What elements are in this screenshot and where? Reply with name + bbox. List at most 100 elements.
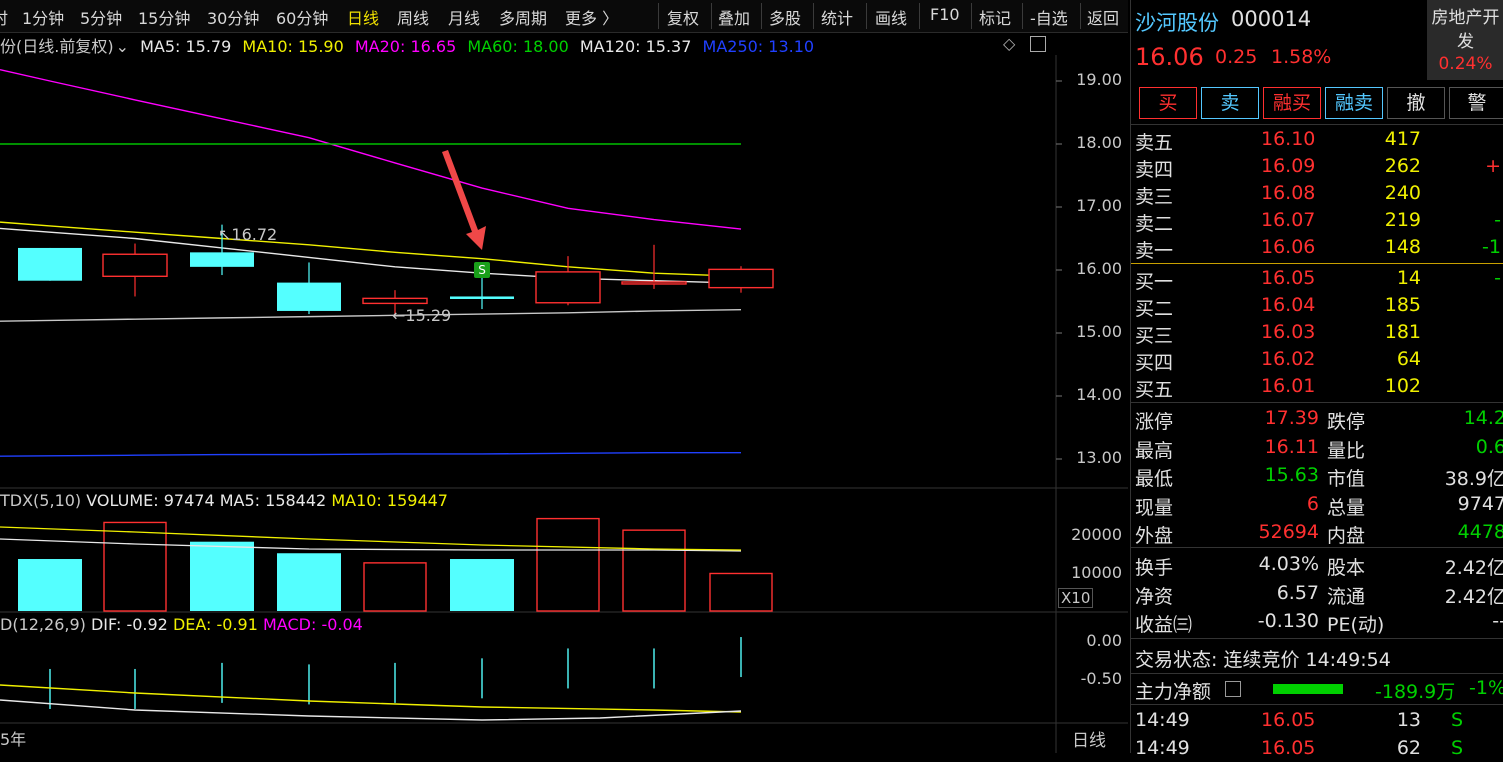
f10-button[interactable]: F10 bbox=[930, 5, 960, 24]
sector-box[interactable]: 房地产开发 0.24% bbox=[1427, 0, 1503, 80]
tick-price: 16.05 bbox=[1261, 709, 1316, 731]
stat-label: 涨停 bbox=[1135, 411, 1174, 433]
tab-multi-period[interactable]: 多周期 bbox=[499, 5, 547, 29]
tab-15min[interactable]: 15分钟 bbox=[138, 5, 190, 29]
toolbar-divider bbox=[1022, 3, 1023, 29]
trade-status: 交易状态: 连续竞价 14:49:54 bbox=[1135, 649, 1391, 671]
ma120-line bbox=[0, 308, 742, 322]
bid-label: 买四 bbox=[1135, 352, 1174, 374]
tab-monthly[interactable]: 月线 bbox=[448, 5, 480, 29]
ma20-label: MA20: 16.65 bbox=[354, 37, 457, 56]
quote-panel: 沙河股份 000014 房地产开发 0.24% 16.06 0.25 1.58%… bbox=[1130, 0, 1503, 759]
multi-stock-button[interactable]: 多股 bbox=[769, 5, 801, 29]
stat-value: 52694 bbox=[1258, 521, 1319, 543]
volume-ma5: MA5: 158442 bbox=[219, 491, 327, 510]
sector-change: 0.24% bbox=[1438, 54, 1493, 74]
stat-value: -- bbox=[1492, 610, 1503, 632]
bid-label: 买三 bbox=[1135, 325, 1174, 347]
adjust-button[interactable]: 复权 bbox=[667, 5, 699, 29]
dropdown-icon[interactable]: ⌄ bbox=[116, 37, 129, 56]
y-tick: 20000 bbox=[1071, 525, 1122, 544]
stat-label: 总量 bbox=[1327, 496, 1366, 519]
toolbar-divider bbox=[1080, 3, 1081, 29]
ma250-line bbox=[0, 452, 741, 457]
stat-row: 现量 6 总量 9747 bbox=[1131, 491, 1503, 519]
bid-row: 买二 16.04 185 bbox=[1131, 292, 1503, 320]
buy-button[interactable]: 买 bbox=[1139, 87, 1197, 119]
cancel-order-button[interactable]: 撤 bbox=[1387, 87, 1445, 119]
statistics-button[interactable]: 统计 bbox=[821, 5, 853, 29]
tab-realtime[interactable]: 时 bbox=[0, 5, 8, 29]
mark-button[interactable]: 标记 bbox=[979, 5, 1011, 29]
tab-60min[interactable]: 60分钟 bbox=[276, 5, 328, 29]
sector-name: 房地产开发 bbox=[1431, 8, 1500, 52]
sell-button[interactable]: 卖 bbox=[1201, 87, 1259, 119]
toolbar-divider bbox=[866, 3, 867, 29]
margin-buy-button[interactable]: 融买 bbox=[1263, 87, 1321, 119]
ask-row: 卖四 16.09 262 + bbox=[1131, 153, 1503, 181]
ma-legend: 份(日线.前复权) ⌄ MA5: 15.79 MA10: 15.90 MA20: … bbox=[0, 33, 820, 56]
stat-label: 量比 bbox=[1327, 439, 1366, 462]
remove-watchlist-button[interactable]: -自选 bbox=[1030, 5, 1068, 29]
y-tick: 18.00 bbox=[1076, 133, 1122, 152]
bid-row: 买三 16.03 181 bbox=[1131, 319, 1503, 347]
stat-value: 6 bbox=[1306, 492, 1319, 515]
flow-detail-icon[interactable] bbox=[1225, 681, 1241, 697]
bid-volume: 181 bbox=[1384, 321, 1421, 343]
main-flow-value: -189.9万 bbox=[1375, 681, 1456, 703]
year-label: 5年 bbox=[0, 730, 27, 749]
overlay-button[interactable]: 叠加 bbox=[718, 5, 750, 29]
toolbar-divider bbox=[813, 3, 814, 29]
stat-label: 内盘 bbox=[1327, 525, 1366, 547]
stock-code: 000014 bbox=[1231, 7, 1312, 31]
alert-button[interactable]: 警 bbox=[1449, 87, 1503, 119]
panel-toggle-icon[interactable] bbox=[1030, 36, 1046, 52]
stat-value: 15.63 bbox=[1264, 464, 1319, 486]
signal-badge[interactable]: S bbox=[474, 262, 490, 278]
ma10-label: MA10: 15.90 bbox=[242, 37, 344, 56]
tab-weekly[interactable]: 周线 bbox=[397, 5, 429, 29]
ask-price: 16.09 bbox=[1261, 155, 1316, 177]
y-tick: -0.50 bbox=[1080, 669, 1122, 688]
volume-value: VOLUME: 97474 bbox=[86, 491, 215, 510]
stock-name[interactable]: 沙河股份 bbox=[1135, 7, 1219, 37]
tab-5min[interactable]: 5分钟 bbox=[80, 5, 122, 29]
main-flow-label: 主力净额 bbox=[1135, 681, 1212, 703]
back-button[interactable]: 返回 bbox=[1087, 5, 1119, 29]
y-tick: 15.00 bbox=[1076, 322, 1122, 341]
ask-volume: 417 bbox=[1384, 128, 1421, 150]
tab-30min[interactable]: 30分钟 bbox=[207, 5, 259, 29]
ask-label: 卖四 bbox=[1135, 159, 1174, 181]
draw-button[interactable]: 画线 bbox=[875, 5, 907, 29]
stat-label: 最高 bbox=[1135, 439, 1174, 462]
volume-bar bbox=[450, 559, 514, 611]
volume-bar bbox=[190, 541, 254, 611]
tick-time: 14:49 bbox=[1135, 737, 1190, 759]
bid-label: 买五 bbox=[1135, 379, 1174, 401]
bid-row: 买四 16.02 64 bbox=[1131, 346, 1503, 374]
diamond-icon[interactable]: ◇ bbox=[1003, 34, 1015, 53]
ma250-label: MA250: 13.10 bbox=[702, 37, 815, 56]
chart-area[interactable] bbox=[0, 55, 1128, 753]
ask-change: + bbox=[1485, 155, 1501, 177]
flow-bar bbox=[1273, 684, 1343, 694]
candle-body bbox=[535, 271, 601, 304]
candle-body bbox=[708, 268, 774, 289]
tab-1min[interactable]: 1分钟 bbox=[22, 5, 64, 29]
stat-value: 16.11 bbox=[1264, 435, 1319, 458]
bid-price: 16.04 bbox=[1261, 294, 1316, 316]
tab-more[interactable]: 更多 〉 bbox=[565, 5, 618, 29]
stat-row: 最低 15.63 市值 38.9亿 bbox=[1131, 462, 1503, 490]
bid-change: - bbox=[1494, 267, 1501, 289]
stat-value: 14.2 bbox=[1463, 407, 1503, 429]
stat-value: -0.130 bbox=[1257, 610, 1319, 632]
volume-bar bbox=[103, 521, 167, 612]
stat-row: 涨停 17.39 跌停 14.2 bbox=[1131, 405, 1503, 433]
volume-bar bbox=[709, 572, 773, 612]
margin-sell-button[interactable]: 融卖 bbox=[1325, 87, 1383, 119]
volume-unit: X10 bbox=[1058, 588, 1094, 608]
candle-body bbox=[450, 296, 514, 299]
tab-daily[interactable]: 日线 bbox=[347, 5, 379, 29]
volume-bar bbox=[622, 529, 686, 612]
bid-row: 买五 16.01 102 bbox=[1131, 373, 1503, 401]
